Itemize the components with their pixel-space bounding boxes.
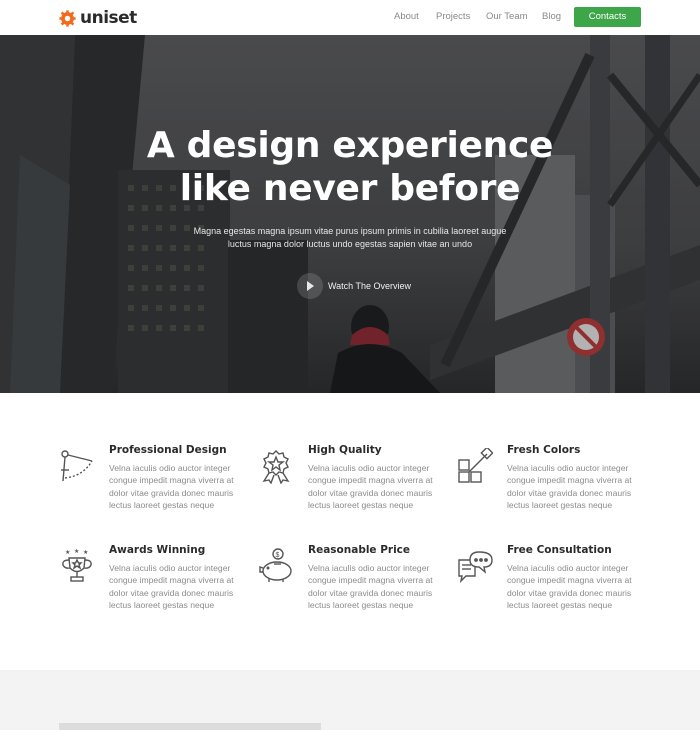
brand-name: uniset xyxy=(80,8,137,28)
award-badge-icon xyxy=(262,450,290,484)
feature-title: Reasonable Price xyxy=(308,544,411,556)
feature-title: Free Consultation xyxy=(507,544,612,556)
next-section xyxy=(0,670,700,730)
nav-link-our-team[interactable]: Our Team xyxy=(486,11,528,22)
feature-description: Velna iaculis odio auctor integer congue… xyxy=(308,563,433,611)
hero-title-line-2: like never before xyxy=(179,168,521,209)
hero-title: A design experience like never before xyxy=(0,124,700,210)
watch-overview-button[interactable]: Watch The Overview xyxy=(297,273,411,299)
chat-bubbles-icon xyxy=(458,551,493,584)
hero-subtitle: Magna egestas magna ipsum vitae purus ip… xyxy=(193,226,507,249)
piggy-bank-icon: $ xyxy=(259,548,292,582)
feature-title: Fresh Colors xyxy=(507,444,581,456)
feature-professional-design: Professional Design Velna iaculis odio a… xyxy=(59,444,249,524)
nav-link-blog[interactable]: Blog xyxy=(542,11,561,22)
feature-awards-winning: ★ ★ ★ Awards Winning Velna iaculis odio … xyxy=(59,544,249,624)
svg-text:★: ★ xyxy=(74,548,79,555)
features-section: Professional Design Velna iaculis odio a… xyxy=(0,393,700,670)
feature-reasonable-price: $ Reasonable Price Velna iaculis odio au… xyxy=(258,544,448,624)
feature-title: Professional Design xyxy=(109,444,227,456)
drafting-compass-icon xyxy=(61,450,93,482)
feature-description: Velna iaculis odio auctor integer congue… xyxy=(308,463,433,511)
play-icon xyxy=(297,273,323,299)
trophy-icon: ★ ★ ★ xyxy=(62,548,92,582)
brand-logo[interactable]: uniset xyxy=(59,8,137,28)
feature-title: High Quality xyxy=(308,444,382,456)
svg-text:$: $ xyxy=(276,552,280,559)
hero-title-line-1: A design experience xyxy=(146,125,554,166)
feature-title: Awards Winning xyxy=(109,544,206,556)
top-navbar: uniset About Projects Our Team Blog Cont… xyxy=(0,0,700,35)
hero-section: A design experience like never before Ma… xyxy=(0,35,700,393)
contacts-button[interactable]: Contacts xyxy=(574,7,641,27)
gear-logo-icon xyxy=(59,9,76,27)
feature-description: Velna iaculis odio auctor integer congue… xyxy=(507,463,632,511)
feature-description: Velna iaculis odio auctor integer congue… xyxy=(109,463,234,511)
nav-link-projects[interactable]: Projects xyxy=(436,11,470,22)
feature-description: Velna iaculis odio auctor integer congue… xyxy=(109,563,234,611)
feature-free-consultation: Free Consultation Velna iaculis odio auc… xyxy=(457,544,647,624)
watch-overview-label: Watch The Overview xyxy=(328,281,412,291)
svg-text:★: ★ xyxy=(83,549,88,556)
hero-background-image xyxy=(0,35,700,393)
color-picker-icon xyxy=(458,448,493,483)
feature-description: Velna iaculis odio auctor integer congue… xyxy=(507,563,632,611)
nav-link-about[interactable]: About xyxy=(394,11,419,22)
svg-text:★: ★ xyxy=(65,549,70,556)
feature-fresh-colors: Fresh Colors Velna iaculis odio auctor i… xyxy=(457,444,647,524)
feature-high-quality: High Quality Velna iaculis odio auctor i… xyxy=(258,444,448,524)
image-placeholder xyxy=(59,723,321,730)
